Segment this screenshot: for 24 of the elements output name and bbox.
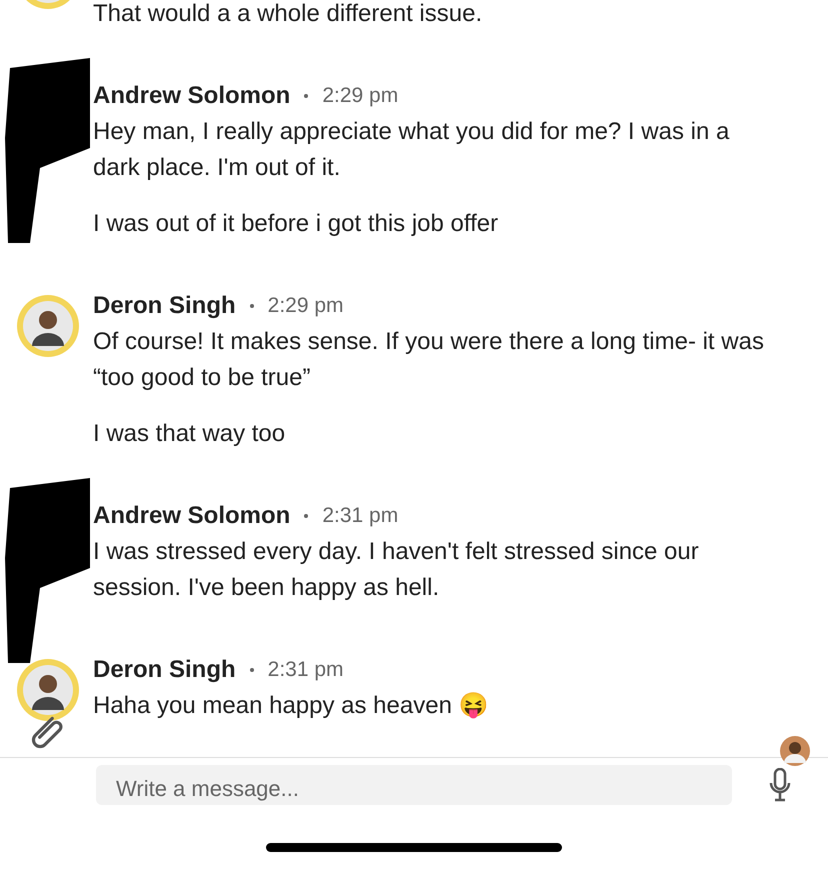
timestamp: 2:31 pm (268, 658, 344, 682)
message-text: Hey man, I really appreciate what you did for me? I was in a dark place. I'm out of it. (93, 117, 730, 183)
sender-name[interactable]: Deron Singh (93, 292, 236, 320)
separator-dot (304, 94, 308, 98)
sender-name[interactable]: Andrew Solomon (93, 502, 290, 530)
message-text: I was out of it before i got this job offer (93, 209, 500, 239)
message-text: Of course! It makes sense. If you were there a long time- it was “too good to be true” (93, 327, 765, 393)
message-text: That would a a whole different issue. (93, 0, 484, 29)
timestamp: 2:29 pm (268, 294, 344, 318)
message-field[interactable]: Write a message... (96, 765, 732, 805)
avatar (16, 658, 80, 722)
avatar (780, 736, 810, 766)
microphone-icon[interactable] (768, 768, 792, 802)
avatar (16, 294, 80, 358)
message-text: I was that way too (93, 419, 286, 449)
sender-name[interactable]: Andrew Solomon (93, 82, 290, 110)
timestamp: 2:31 pm (322, 504, 398, 528)
separator-dot (250, 668, 254, 672)
sender-name[interactable]: Deron Singh (93, 656, 236, 684)
message-text: I was stressed every day. I haven't felt stressed since our session. I've been happy as hell. (93, 537, 700, 603)
separator-dot (304, 514, 308, 518)
separator-dot (250, 304, 254, 308)
message-text: Haha you mean happy as heaven 😝 (93, 691, 490, 721)
timestamp: 2:29 pm (322, 84, 398, 108)
